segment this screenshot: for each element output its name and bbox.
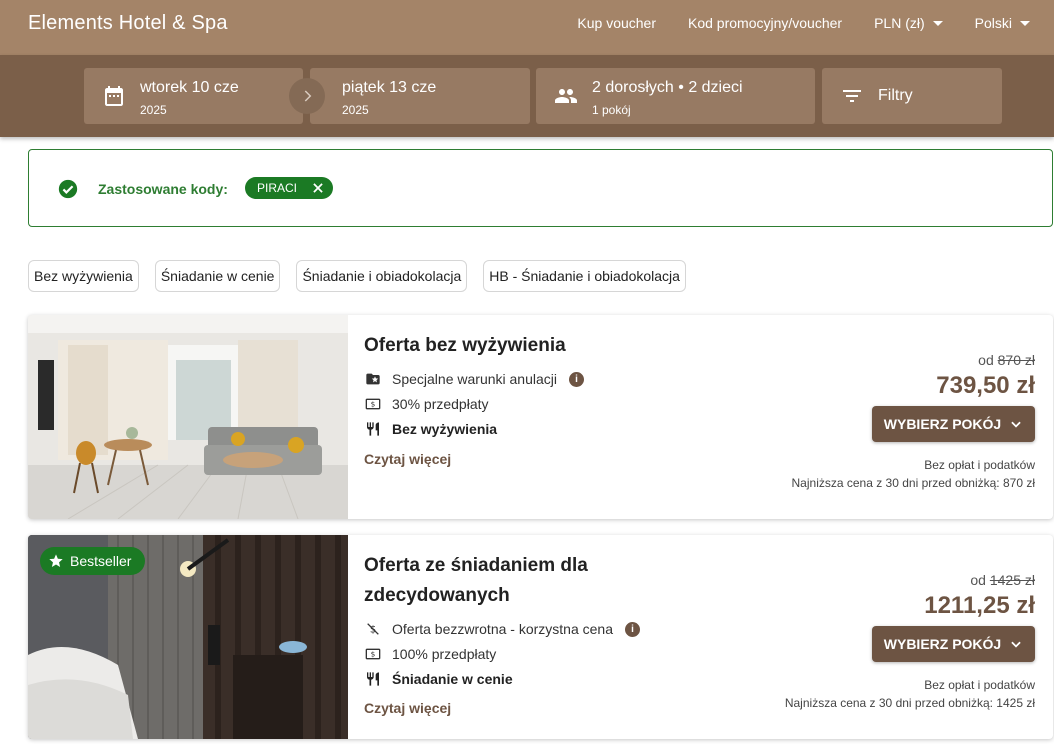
people-icon <box>555 89 577 103</box>
chevron-down-icon <box>1011 421 1021 428</box>
promo-code-label: Kod promocyjny/voucher <box>688 15 843 31</box>
old-price-value: 1425 zł <box>989 572 1035 588</box>
read-more-link[interactable]: Czytaj więcej <box>364 451 451 467</box>
star-icon <box>49 554 63 567</box>
calendar-icon <box>105 86 123 106</box>
hotel-brand[interactable]: Elements Hotel & Spa <box>28 12 228 35</box>
checkout-year: 2025 <box>342 103 369 117</box>
feature-label: 30% przedpłaty <box>392 396 489 412</box>
filters-label: Filtry <box>878 87 913 104</box>
offer-feature-cancellation: $ Oferta bezzwrotna - korzystna cena i <box>364 620 640 638</box>
chevron-down-icon <box>1011 641 1021 648</box>
guests-summary: 2 dorosłych • 2 dzieci <box>592 79 743 96</box>
offer-title-line: zdecydowanych <box>364 585 510 606</box>
offer-price: 739,50 zł <box>936 372 1035 399</box>
meal-filter-chips: Bez wyżywienia Śniadanie w cenie Śniadan… <box>28 260 686 292</box>
language-label: Polski <box>974 15 1012 31</box>
money-icon: $ <box>364 395 382 413</box>
folder-star-icon <box>364 370 382 388</box>
money-icon: $ <box>364 645 382 663</box>
lowest-price-note: Najniższa cena z 30 dni przed obniżką: 1… <box>784 696 1035 710</box>
room-photo[interactable] <box>28 315 348 519</box>
offer-card: Bestseller Oferta ze śniadaniem dla zdec… <box>28 535 1053 739</box>
checkout-date-field[interactable]: piątek 13 cze 2025 <box>310 68 530 124</box>
offer-feature-meals: Śniadanie w cenie <box>364 670 513 688</box>
top-bar: Elements Hotel & Spa Kup voucher Kod pro… <box>0 0 1054 55</box>
select-room-button[interactable]: WYBIERZ POKÓJ <box>872 626 1035 662</box>
offer-feature-prepayment: $ 100% przedpłaty <box>364 645 496 663</box>
select-room-label: WYBIERZ POKÓJ <box>883 416 1002 432</box>
currency-label: PLN (zł) <box>874 15 925 31</box>
svg-text:$: $ <box>371 650 376 659</box>
guests-field[interactable]: 2 dorosłych • 2 dzieci 1 pokój <box>536 68 815 124</box>
filter-chip-no-meals[interactable]: Bez wyżywienia <box>28 260 139 292</box>
chevron-down-icon <box>932 20 943 26</box>
feature-label: Śniadanie w cenie <box>392 671 513 687</box>
top-nav: Kup voucher Kod promocyjny/voucher PLN (… <box>577 0 1030 46</box>
offer-price: 1211,25 zł <box>924 592 1035 619</box>
from-label: od <box>970 572 986 588</box>
fees-note: Bez opłat i podatków <box>924 678 1035 692</box>
info-icon[interactable]: i <box>569 371 584 387</box>
offer-feature-meals: Bez wyżywienia <box>364 420 497 438</box>
close-icon[interactable] <box>311 181 325 195</box>
chevron-right-icon <box>304 90 312 102</box>
chevron-down-icon <box>1020 20 1030 26</box>
applied-codes-label: Zastosowane kody: <box>98 181 228 197</box>
applied-codes-panel: Zastosowane kody: PIRACI <box>28 149 1053 227</box>
bestseller-badge: Bestseller <box>40 547 146 575</box>
offer-title: Oferta bez wyżywienia <box>364 335 566 356</box>
language-select[interactable]: Polski <box>975 15 1030 31</box>
fees-note: Bez opłat i podatków <box>924 458 1035 472</box>
read-more-link[interactable]: Czytaj więcej <box>364 700 451 716</box>
old-price-value: 870 zł <box>997 352 1035 368</box>
checkout-day: piątek 13 cze <box>342 79 437 96</box>
search-bar: wtorek 10 cze 2025 piątek 13 cze 2025 2 … <box>0 55 1054 137</box>
date-arrow <box>289 78 325 114</box>
feature-label: Specjalne warunki anulacji <box>392 371 557 387</box>
filter-chip-hb[interactable]: HB - Śniadanie i obiadokolacja <box>483 260 686 292</box>
feature-label: Bez wyżywienia <box>392 421 498 437</box>
checkin-year: 2025 <box>140 103 167 117</box>
offer-card: Oferta bez wyżywienia Specjalne warunki … <box>28 315 1053 519</box>
info-icon[interactable]: i <box>625 621 640 637</box>
checkin-day: wtorek 10 cze <box>140 79 239 96</box>
checkin-date-field[interactable]: wtorek 10 cze 2025 <box>84 68 303 124</box>
filter-icon <box>843 90 861 102</box>
old-price: od 1425 zł <box>970 572 1035 588</box>
select-room-button[interactable]: WYBIERZ POKÓJ <box>872 406 1035 442</box>
lowest-price-note: Najniższa cena z 30 dni przed obniżką: 8… <box>791 476 1035 490</box>
restaurant-icon <box>364 670 382 688</box>
offer-feature-prepayment: $ 30% przedpłaty <box>364 395 489 413</box>
bestseller-label: Bestseller <box>70 553 132 569</box>
feature-label: Oferta bezzwrotna - korzystna cena <box>392 621 613 637</box>
buy-voucher-label: Kup voucher <box>577 15 656 31</box>
promo-code-link[interactable]: Kod promocyjny/voucher <box>688 15 842 31</box>
currency-select[interactable]: PLN (zł) <box>874 15 943 31</box>
offer-feature-cancellation: Specjalne warunki anulacji i <box>364 370 584 388</box>
select-room-label: WYBIERZ POKÓJ <box>883 636 1002 652</box>
rooms-summary: 1 pokój <box>592 103 631 117</box>
restaurant-icon <box>364 420 382 438</box>
from-label: od <box>978 352 994 368</box>
buy-voucher-link[interactable]: Kup voucher <box>577 15 656 31</box>
no-refund-icon: $ <box>364 620 382 638</box>
filters-button[interactable]: Filtry <box>822 68 1002 124</box>
check-circle-icon <box>58 179 78 199</box>
room-image <box>28 315 348 519</box>
promo-code-value: PIRACI <box>257 181 298 195</box>
offer-title-line: Oferta ze śniadaniem dla <box>364 555 588 576</box>
filter-chip-breakfast-dinner[interactable]: Śniadanie i obiadokolacja <box>296 260 468 292</box>
feature-label: 100% przedpłaty <box>392 646 497 662</box>
offer-title: Oferta ze śniadaniem dla zdecydowanych <box>364 551 624 611</box>
promo-code-chip: PIRACI <box>245 177 334 199</box>
old-price: od 870 zł <box>978 352 1035 368</box>
svg-text:$: $ <box>371 400 376 409</box>
filter-chip-breakfast[interactable]: Śniadanie w cenie <box>154 260 281 292</box>
